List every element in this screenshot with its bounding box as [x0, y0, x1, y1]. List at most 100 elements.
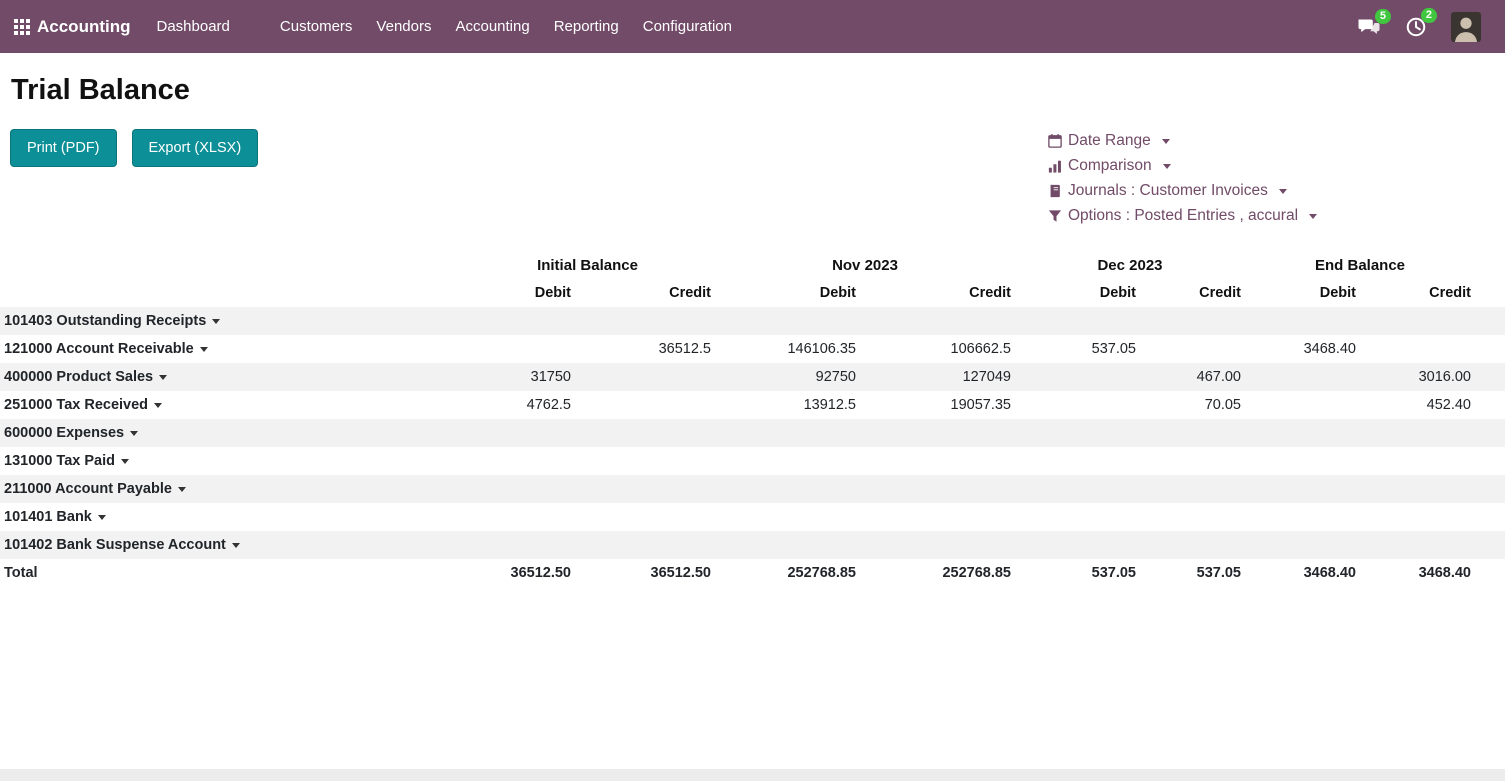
amount-cell: 36512.5	[575, 335, 715, 363]
amount-cell: 36512.50	[460, 559, 575, 587]
spacer-cell	[1475, 363, 1505, 391]
bottom-strip	[0, 769, 1505, 781]
amount-cell: 467.00	[1140, 363, 1245, 391]
comparison-filter[interactable]: Comparison	[1048, 155, 1317, 177]
amount-cell	[1245, 391, 1360, 419]
col-head-3-credit: Credit	[860, 279, 1015, 307]
col-head-5-credit: Credit	[1140, 279, 1245, 307]
messages-button[interactable]: 5	[1357, 17, 1381, 37]
options-filter[interactable]: Options : Posted Entries , accural	[1048, 205, 1317, 227]
column-group-dec-2023: Dec 2023	[1015, 251, 1245, 279]
amount-cell	[1360, 335, 1475, 363]
filter-icon	[1048, 209, 1062, 223]
amount-cell	[1015, 391, 1140, 419]
nav-item-reporting[interactable]: Reporting	[542, 0, 631, 53]
amount-cell: 106662.5	[860, 335, 1015, 363]
filter-label: Date Range	[1068, 130, 1151, 152]
spacer-cell	[1475, 391, 1505, 419]
app-name: Accounting	[37, 17, 131, 37]
amount-cell	[860, 531, 1015, 559]
amount-cell	[1140, 475, 1245, 503]
spacer-cell	[1475, 419, 1505, 447]
amount-cell	[1360, 475, 1475, 503]
nav-right: 5 2	[1357, 12, 1491, 42]
top-navbar: Accounting DashboardCustomersVendorsAcco…	[0, 0, 1505, 53]
spacer-cell	[1475, 475, 1505, 503]
table-body: 101403 Outstanding Receipts 121000 Accoun…	[0, 307, 1505, 587]
print-pdf-button[interactable]: Print (PDF)	[10, 129, 117, 167]
nav-item-customers[interactable]: Customers	[268, 0, 365, 53]
account-label: 400000 Product Sales	[4, 369, 153, 385]
caret-down-icon	[1279, 189, 1287, 194]
amount-cell	[575, 391, 715, 419]
amount-cell	[860, 447, 1015, 475]
table-row: 131000 Tax Paid	[0, 447, 1505, 475]
caret-down-icon	[212, 319, 220, 324]
amount-cell	[575, 531, 715, 559]
account-label: 101403 Outstanding Receipts	[4, 313, 206, 329]
amount-cell	[1245, 307, 1360, 335]
caret-down-icon	[98, 515, 106, 520]
account-toggle-251000-tax-received[interactable]: 251000 Tax Received	[0, 391, 460, 419]
activities-badge: 2	[1421, 8, 1437, 23]
caret-down-icon	[159, 375, 167, 380]
amount-cell	[1245, 447, 1360, 475]
activities-button[interactable]: 2	[1405, 16, 1427, 38]
amount-cell: 13912.5	[715, 391, 860, 419]
amount-cell	[860, 419, 1015, 447]
amount-cell: 4762.5	[460, 391, 575, 419]
export-xlsx-button[interactable]: Export (XLSX)	[132, 129, 259, 167]
col-head-4-debit: Debit	[1015, 279, 1140, 307]
table-row: 101401 Bank	[0, 503, 1505, 531]
account-toggle-131000-tax-paid[interactable]: 131000 Tax Paid	[0, 447, 460, 475]
main-content: Trial Balance Print (PDF) Export (XLSX) …	[0, 53, 1505, 587]
column-group-nov-2023: Nov 2023	[715, 251, 1015, 279]
amount-cell	[860, 475, 1015, 503]
caret-down-icon	[178, 487, 186, 492]
amount-cell	[1245, 503, 1360, 531]
table-row: 121000 Account Receivable36512.5146106.3…	[0, 335, 1505, 363]
nav-item-accounting[interactable]: Accounting	[443, 0, 541, 53]
col-head-7-credit: Credit	[1360, 279, 1475, 307]
account-toggle-600000-expenses[interactable]: 600000 Expenses	[0, 419, 460, 447]
amount-cell: 252768.85	[715, 559, 860, 587]
spacer-cell	[1475, 531, 1505, 559]
amount-cell: 36512.50	[575, 559, 715, 587]
spacer-cell	[1475, 307, 1505, 335]
apps-grid-icon	[14, 19, 30, 35]
total-label: Total	[0, 559, 460, 587]
account-toggle-101401-bank[interactable]: 101401 Bank	[0, 503, 460, 531]
account-toggle-400000-product-sales[interactable]: 400000 Product Sales	[0, 363, 460, 391]
amount-cell	[1015, 447, 1140, 475]
amount-cell	[1015, 419, 1140, 447]
filter-label: Options : Posted Entries , accural	[1068, 205, 1298, 227]
amount-cell	[1140, 307, 1245, 335]
amount-cell: 537.05	[1140, 559, 1245, 587]
account-toggle-101403-outstanding-receipts[interactable]: 101403 Outstanding Receipts	[0, 307, 460, 335]
caret-down-icon	[154, 403, 162, 408]
amount-cell	[1015, 475, 1140, 503]
amount-cell	[1360, 447, 1475, 475]
date-range-filter[interactable]: Date Range	[1048, 130, 1317, 152]
account-label: 600000 Expenses	[4, 425, 124, 441]
nav-item-dashboard[interactable]: Dashboard	[145, 0, 242, 53]
app-menu-button[interactable]: Accounting	[14, 17, 131, 37]
account-toggle-121000-account-receivable[interactable]: 121000 Account Receivable	[0, 335, 460, 363]
trial-balance-table: Initial BalanceNov 2023Dec 2023End Balan…	[0, 251, 1505, 587]
journals-filter[interactable]: Journals : Customer Invoices	[1048, 180, 1317, 202]
nav-item-configuration[interactable]: Configuration	[631, 0, 744, 53]
user-avatar[interactable]	[1451, 12, 1481, 42]
amount-cell	[1360, 307, 1475, 335]
nav-item-vendors[interactable]: Vendors	[364, 0, 443, 53]
caret-down-icon	[1162, 139, 1170, 144]
account-label: 121000 Account Receivable	[4, 341, 194, 357]
spacer-cell	[1475, 251, 1505, 279]
account-toggle-211000-account-payable[interactable]: 211000 Account Payable	[0, 475, 460, 503]
amount-cell	[1245, 475, 1360, 503]
amount-cell	[575, 503, 715, 531]
page-title: Trial Balance	[0, 53, 1505, 107]
account-toggle-101402-bank-suspense-account[interactable]: 101402 Bank Suspense Account	[0, 531, 460, 559]
amount-cell	[715, 503, 860, 531]
account-label: 131000 Tax Paid	[4, 453, 115, 469]
report-filters: Date Range Comparison Journals : Customer …	[1048, 130, 1317, 227]
